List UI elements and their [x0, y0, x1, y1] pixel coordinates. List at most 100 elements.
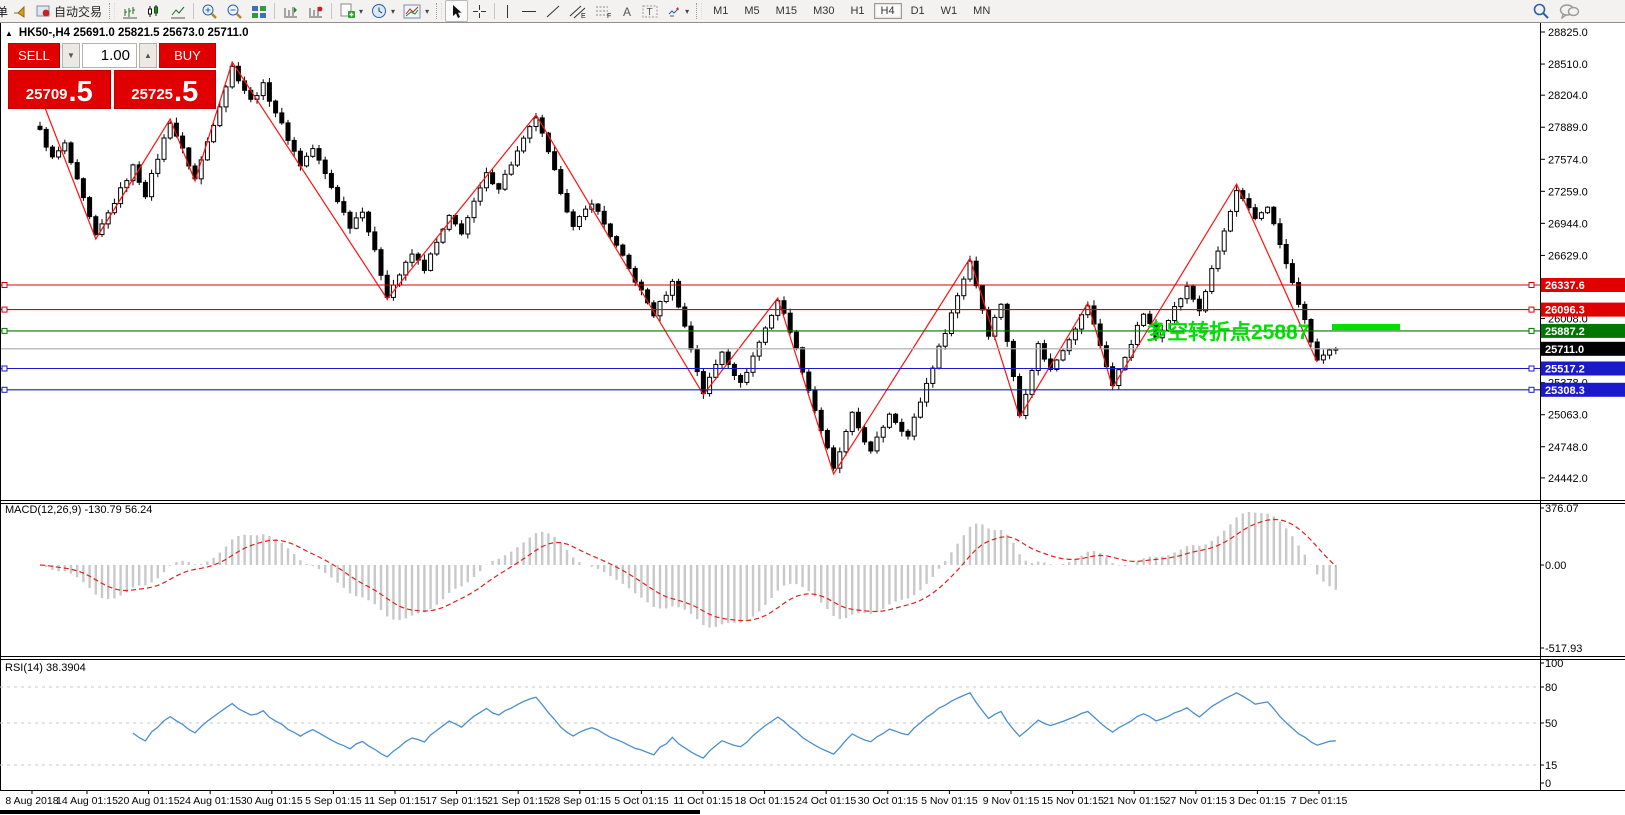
collapse-arrow-icon[interactable]: ▲ — [5, 29, 13, 38]
svg-text:0.00: 0.00 — [1545, 560, 1566, 572]
line-handle[interactable] — [1529, 283, 1534, 288]
timeframe-M5[interactable]: M5 — [737, 3, 766, 19]
svg-text:28 Sep 01:15: 28 Sep 01:15 — [549, 795, 612, 807]
sell-button[interactable]: SELL — [8, 43, 60, 68]
candlestick-chart-button[interactable] — [142, 1, 166, 21]
arrows-icon — [666, 4, 681, 19]
line-handle[interactable] — [1529, 307, 1534, 312]
timeframe-H4[interactable]: H4 — [874, 3, 902, 19]
timeframe-M1[interactable]: M1 — [706, 3, 735, 19]
trendline-icon — [545, 4, 561, 19]
buy-button[interactable]: BUY — [159, 43, 216, 68]
text-label-icon: T — [642, 4, 658, 19]
add-indicator-button[interactable]: ▾ — [335, 1, 367, 21]
volume-decrease-button[interactable]: ▼ — [62, 43, 80, 68]
svg-text:80: 80 — [1545, 682, 1557, 694]
text-label-button[interactable]: T — [638, 1, 662, 21]
buy-price-display[interactable]: 25725 .5 — [114, 70, 217, 109]
template-button[interactable]: ▾ — [399, 1, 433, 21]
auto-scroll-icon — [307, 4, 324, 19]
symbol-ohlc-text: HK50-,H4 25691.0 25821.5 25673.0 25711.0 — [19, 27, 249, 39]
horizontal-line-button[interactable] — [517, 1, 541, 21]
dropdown-caret-icon: ▾ — [391, 7, 395, 16]
arrows-button[interactable]: ▾ — [662, 1, 693, 21]
dropdown-caret-icon: ▾ — [685, 7, 689, 16]
candlestick-icon — [146, 4, 162, 19]
timeframe-buttons: M1M5M15M30H1H4D1W1MN — [705, 3, 998, 19]
svg-text:26096.3: 26096.3 — [1545, 305, 1585, 317]
new-order-button[interactable]: 单 — [0, 3, 8, 20]
rsi-line — [133, 693, 1336, 758]
sell-price-main: 25709 — [26, 84, 68, 106]
period-button[interactable]: ▾ — [367, 1, 399, 21]
zigzag-line[interactable] — [40, 62, 1317, 474]
dropdown-caret-icon: ▾ — [425, 7, 429, 16]
fibonacci-icon: F — [595, 4, 613, 19]
bar-chart-button[interactable] — [118, 1, 142, 21]
template-icon — [403, 4, 421, 19]
line-handle[interactable] — [1529, 366, 1534, 371]
svg-text:100: 100 — [1545, 658, 1563, 670]
search-icon[interactable] — [1533, 3, 1549, 19]
text-button[interactable]: A — [617, 1, 638, 21]
svg-text:26629.0: 26629.0 — [1548, 250, 1588, 262]
tile-windows-button[interactable] — [247, 1, 271, 21]
equidistant-channel-button[interactable]: E — [565, 1, 591, 21]
line-handle[interactable] — [2, 366, 7, 371]
svg-text:T: T — [647, 7, 653, 18]
svg-text:26944.0: 26944.0 — [1548, 218, 1588, 230]
sell-price-display[interactable]: 25709 .5 — [8, 70, 111, 109]
timeframe-MN[interactable]: MN — [966, 3, 997, 19]
svg-text:E: E — [581, 13, 586, 19]
vertical-line-button[interactable] — [498, 1, 517, 21]
line-chart-icon — [170, 4, 186, 19]
svg-text:3 Dec 01:15: 3 Dec 01:15 — [1229, 795, 1286, 807]
trendline-button[interactable] — [541, 1, 565, 21]
chart-canvas[interactable]: 28825.028510.028204.027889.027574.027259… — [0, 0, 1625, 815]
fibonacci-button[interactable]: F — [591, 1, 617, 21]
line-handle[interactable] — [2, 328, 7, 333]
svg-text:27 Nov 01:15: 27 Nov 01:15 — [1165, 795, 1228, 807]
horizontal-line-icon — [521, 4, 537, 19]
line-handle[interactable] — [1529, 328, 1534, 333]
line-handle[interactable] — [1529, 387, 1534, 392]
line-handle[interactable] — [2, 307, 7, 312]
vertical-line-icon — [502, 4, 513, 19]
volume-increase-button[interactable]: ▲ — [139, 43, 157, 68]
price-axis: 28825.028510.028204.027889.027574.027259… — [1540, 27, 1588, 485]
horizontal-scrollbar-thumb[interactable] — [0, 810, 700, 814]
timeframe-H1[interactable]: H1 — [843, 3, 871, 19]
chart-annotation-text[interactable]: 多空转折点25887 — [1146, 316, 1309, 346]
timeframe-W1[interactable]: W1 — [934, 3, 965, 19]
svg-text:25308.3: 25308.3 — [1545, 385, 1585, 397]
cursor-button[interactable] — [445, 0, 468, 22]
sound-icon[interactable] — [8, 1, 32, 21]
chat-icon[interactable] — [1559, 3, 1579, 19]
chart-shift-button[interactable] — [278, 1, 303, 21]
timeframe-D1[interactable]: D1 — [904, 3, 932, 19]
svg-text:24 Oct 01:15: 24 Oct 01:15 — [796, 795, 856, 807]
zoom-out-button[interactable] — [222, 1, 247, 21]
svg-text:26337.6: 26337.6 — [1545, 280, 1585, 292]
timeframe-M30[interactable]: M30 — [806, 3, 841, 19]
timeframe-M15[interactable]: M15 — [769, 3, 804, 19]
line-handle[interactable] — [2, 387, 7, 392]
crosshair-button[interactable] — [468, 1, 491, 21]
add-indicator-icon — [339, 3, 355, 19]
svg-text:15: 15 — [1545, 760, 1557, 772]
svg-text:376.07: 376.07 — [1545, 503, 1579, 515]
auto-trading-button[interactable]: 自动交易 — [32, 1, 106, 21]
svg-text:8 Aug 2018: 8 Aug 2018 — [5, 795, 58, 807]
svg-text:30 Oct 01:15: 30 Oct 01:15 — [858, 795, 918, 807]
line-handle[interactable] — [2, 283, 7, 288]
annotation-highlight-bar[interactable] — [1332, 324, 1400, 330]
volume-input[interactable]: 1.00 — [82, 43, 137, 68]
auto-scroll-button[interactable] — [303, 1, 328, 21]
line-chart-button[interactable] — [166, 1, 190, 21]
svg-text:14 Aug 01:15: 14 Aug 01:15 — [56, 795, 118, 807]
svg-text:27259.0: 27259.0 — [1548, 186, 1588, 198]
macd-histogram — [40, 512, 1336, 627]
zoom-in-button[interactable] — [197, 1, 222, 21]
svg-text:F: F — [607, 13, 611, 19]
macd-signal-line — [40, 519, 1336, 620]
